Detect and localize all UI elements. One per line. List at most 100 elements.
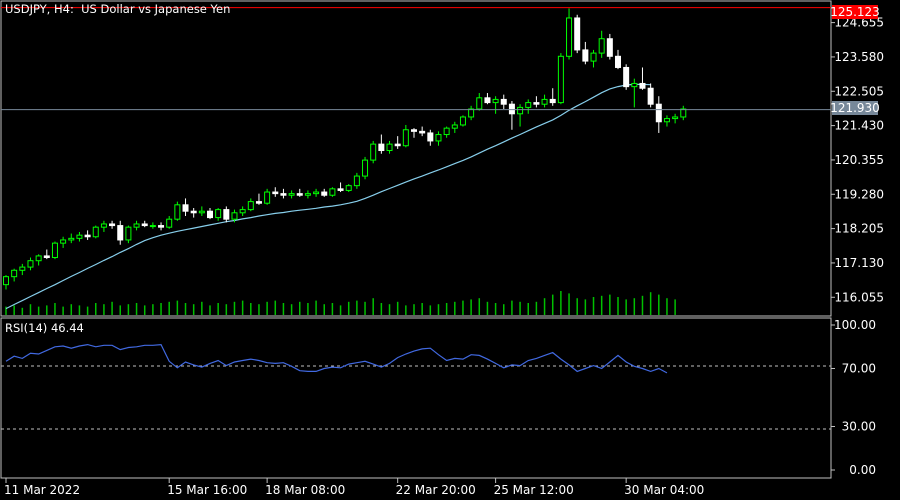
volume-bars bbox=[5, 291, 676, 315]
candle-body bbox=[174, 204, 181, 220]
candle-body bbox=[574, 17, 581, 51]
candle-body bbox=[655, 103, 662, 123]
candlesticks bbox=[3, 8, 687, 290]
candle-body bbox=[459, 116, 466, 126]
rsi-axis: 100.00 70.00 30.00 0.00 bbox=[831, 318, 876, 477]
candle-body bbox=[500, 98, 507, 105]
candle-body bbox=[182, 204, 189, 212]
price-tick-label: 121.430 bbox=[834, 119, 884, 133]
candle-body bbox=[272, 191, 279, 195]
candle-body bbox=[190, 210, 197, 214]
candle-body bbox=[427, 132, 434, 142]
candle-body bbox=[264, 191, 271, 204]
price-tick-label: 123.580 bbox=[834, 50, 884, 64]
candle-body bbox=[353, 175, 360, 187]
candle-body bbox=[280, 193, 287, 196]
time-tick-label: 30 Mar 04:00 bbox=[624, 483, 704, 497]
candle-body bbox=[133, 223, 140, 228]
candle-body bbox=[623, 66, 630, 88]
candle-body bbox=[141, 223, 148, 227]
price-tick-label: 119.280 bbox=[834, 187, 884, 201]
candle-body bbox=[288, 193, 295, 196]
rsi-tick-label: 30.00 bbox=[842, 420, 876, 434]
candle-body bbox=[313, 191, 320, 195]
candle-body bbox=[362, 159, 369, 177]
candle-body bbox=[598, 38, 605, 54]
candle-body bbox=[304, 193, 311, 196]
candle-body bbox=[125, 226, 132, 241]
candle-body bbox=[639, 82, 646, 89]
candle-body bbox=[321, 191, 328, 196]
candle-body bbox=[255, 201, 262, 204]
candle-body bbox=[149, 225, 156, 228]
rsi-panel-frame bbox=[0, 317, 832, 479]
candle-body bbox=[663, 118, 670, 123]
candle-body bbox=[329, 188, 336, 196]
ask-price-tag: 125.123 bbox=[830, 5, 880, 19]
moving-average-line bbox=[5, 83, 651, 310]
rsi-tick-label: 0.00 bbox=[849, 463, 876, 477]
candle-body bbox=[3, 276, 9, 286]
candle-body bbox=[27, 260, 34, 268]
candle-body bbox=[517, 106, 524, 115]
candle-body bbox=[492, 98, 499, 104]
candle-body bbox=[680, 108, 687, 118]
time-tick-label: 15 Mar 16:00 bbox=[167, 483, 247, 497]
rsi-path bbox=[5, 343, 668, 374]
candle-body bbox=[35, 255, 42, 262]
candle-body bbox=[647, 87, 654, 105]
candle-body bbox=[508, 103, 515, 115]
candle-body bbox=[435, 134, 442, 142]
rsi-tick-label: 100.00 bbox=[834, 318, 876, 332]
moving-average-path bbox=[5, 83, 651, 310]
candle-body bbox=[11, 269, 18, 278]
candle-body bbox=[411, 129, 417, 132]
rsi-title: RSI(14) 46.44 bbox=[5, 321, 84, 335]
candle-body bbox=[631, 82, 638, 88]
candle-body bbox=[84, 234, 91, 238]
time-axis: 11 Mar 2022 15 Mar 16:00 18 Mar 08:00 22 Ma… bbox=[4, 478, 704, 497]
price-tick-label: 117.130 bbox=[834, 256, 884, 270]
candle-body bbox=[606, 38, 613, 57]
candle-body bbox=[337, 188, 344, 191]
candle-body bbox=[158, 225, 165, 228]
candle-body bbox=[557, 55, 564, 104]
candle-body bbox=[166, 218, 173, 228]
candle-body bbox=[402, 129, 409, 147]
main-chart-frame bbox=[0, 0, 832, 317]
candle-body bbox=[549, 98, 556, 104]
bid-price-tag: 121.930 bbox=[830, 101, 880, 115]
candle-body bbox=[525, 102, 532, 108]
candle-body bbox=[100, 223, 107, 228]
time-tick-label: 22 Mar 20:00 bbox=[396, 483, 476, 497]
rsi-line bbox=[5, 343, 668, 374]
candle-body bbox=[582, 49, 589, 62]
candle-body bbox=[590, 52, 597, 62]
rsi-tick-label: 70.00 bbox=[842, 362, 876, 376]
candle-body bbox=[109, 223, 116, 227]
candle-body bbox=[76, 234, 83, 239]
price-lines bbox=[1, 7, 831, 111]
candle-body bbox=[247, 201, 254, 211]
price-axis: 124.655123.580122.505121.430120.355119.2… bbox=[831, 16, 884, 304]
candle-body bbox=[615, 55, 621, 68]
candle-body bbox=[223, 209, 230, 220]
candle-body bbox=[215, 209, 222, 219]
candle-body bbox=[378, 143, 385, 152]
price-tick-label: 116.055 bbox=[834, 290, 884, 304]
price-tick-label: 118.205 bbox=[834, 222, 884, 236]
candle-body bbox=[239, 209, 246, 214]
candle-body bbox=[207, 210, 213, 219]
candle-body bbox=[672, 116, 679, 120]
time-tick-label: 25 Mar 12:00 bbox=[494, 483, 574, 497]
candle-body bbox=[370, 143, 377, 161]
candle-body bbox=[19, 266, 26, 271]
candle-body bbox=[92, 226, 99, 238]
candle-body bbox=[43, 255, 50, 259]
candle-body bbox=[419, 130, 426, 134]
time-tick-label: 11 Mar 2022 bbox=[4, 483, 80, 497]
time-tick-label: 18 Mar 08:00 bbox=[265, 483, 345, 497]
candle-body bbox=[60, 239, 67, 244]
candle-body bbox=[484, 97, 491, 104]
candle-body bbox=[476, 97, 483, 110]
